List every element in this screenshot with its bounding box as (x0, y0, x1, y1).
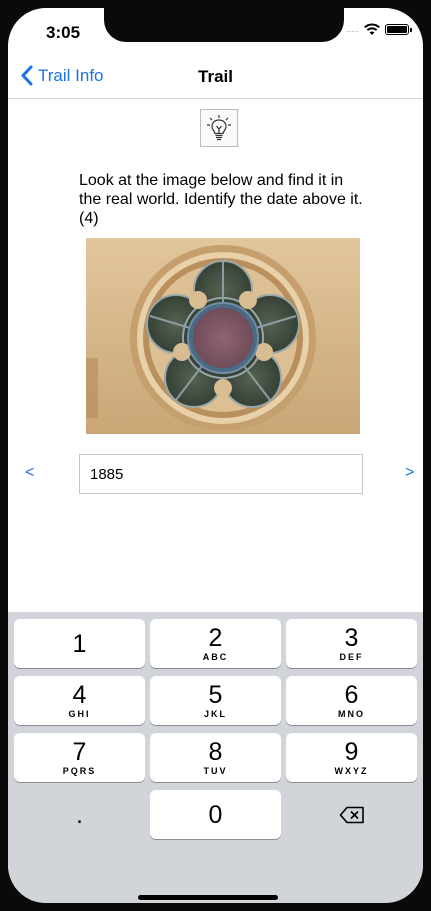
numeric-keypad: 1 2 ABC 3 DEF 4 GHI 5 JKL 6 MNO 7 PQRS 8… (8, 612, 423, 903)
lightbulb-icon (207, 115, 231, 141)
page-title: Trail (198, 67, 233, 86)
wifi-icon (364, 23, 380, 35)
next-question-button[interactable]: > (405, 464, 414, 482)
key-8[interactable]: 8 TUV (150, 733, 281, 782)
key-3[interactable]: 3 DEF (286, 619, 417, 668)
key-digit: 7 (72, 738, 87, 766)
key-digit: 0 (208, 800, 223, 829)
device-frame: 3:05 ..... Trail Info Trail Look at the … (0, 0, 431, 911)
battery-icon (385, 23, 412, 35)
key-letters: ABC (202, 652, 229, 662)
key-4[interactable]: 4 GHI (14, 676, 145, 725)
key-6[interactable]: 6 MNO (286, 676, 417, 725)
key-digit: 6 (344, 681, 359, 709)
notch (104, 8, 344, 42)
screen: 3:05 ..... Trail Info Trail Look at the … (8, 8, 423, 903)
key-digit: 5 (208, 681, 223, 709)
key-letters: TUV (203, 766, 228, 776)
delete-key[interactable] (286, 790, 417, 839)
key-letters: PQRS (62, 766, 97, 776)
key-2[interactable]: 2 ABC (150, 619, 281, 668)
key-digit: . (76, 800, 83, 829)
signal-icon: ..... (346, 24, 359, 34)
key-letters: DEF (339, 652, 364, 662)
key-digit: 4 (72, 681, 87, 709)
answer-input[interactable] (79, 454, 363, 494)
key-digit: 9 (344, 738, 359, 766)
question-text: Look at the image below and find it in t… (79, 172, 363, 227)
key-1[interactable]: 1 (14, 619, 145, 668)
navigation-bar: Trail Info Trail (8, 56, 423, 99)
key-letters: WXYZ (334, 766, 369, 776)
backspace-icon (339, 806, 364, 823)
key-digit: 8 (208, 738, 223, 766)
home-indicator[interactable] (138, 895, 278, 900)
status-time: 3:05 (46, 23, 81, 42)
key-letters: MNO (338, 709, 365, 719)
key-digit: 1 (72, 629, 87, 658)
key-9[interactable]: 9 WXYZ (286, 733, 417, 782)
key-digit: 2 (208, 624, 223, 652)
key-7[interactable]: 7 PQRS (14, 733, 145, 782)
previous-question-button[interactable]: < (25, 464, 34, 482)
key-5[interactable]: 5 JKL (150, 676, 281, 725)
key-0[interactable]: 0 (150, 790, 281, 839)
clue-photo (86, 238, 360, 434)
key-letters: JKL (203, 709, 227, 719)
key-digit: 3 (344, 624, 359, 652)
key-decimal[interactable]: . (14, 790, 145, 839)
key-letters: GHI (68, 709, 91, 719)
status-indicators: ..... (346, 22, 412, 36)
hint-button[interactable] (200, 109, 238, 147)
